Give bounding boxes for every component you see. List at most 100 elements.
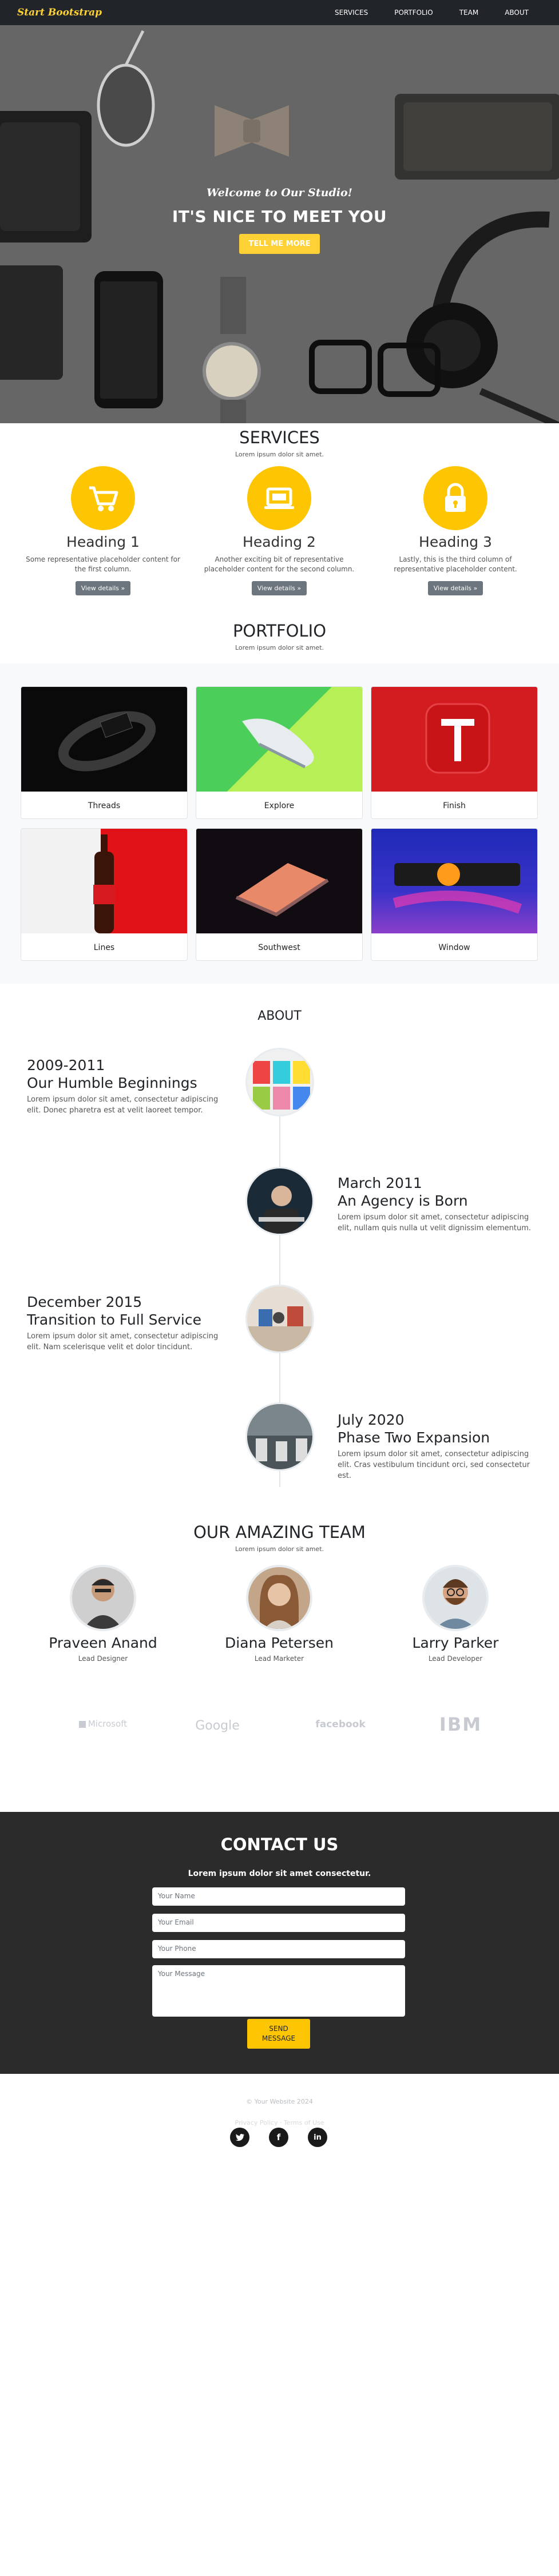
services-subtitle: Lorem ipsum dolor sit amet. (235, 451, 324, 458)
team-member: Diana Petersen Lead Marketer (193, 1565, 365, 1663)
contact-subtitle: Lorem ipsum dolor sit amet consectetur. (188, 1869, 371, 1878)
portfolio-title: PORTFOLIO (232, 621, 327, 641)
member-role: Lead Developer (428, 1655, 483, 1663)
timeline-body: Lorem ipsum dolor sit amet, consectetur … (338, 1450, 530, 1480)
copyright-text: © Your Website 2024 (246, 2098, 313, 2105)
google-logo: Google (195, 1719, 240, 1733)
hero-text: Welcome to Our Studio! IT'S NICE TO MEET… (0, 186, 559, 254)
message-field[interactable]: Your Message (152, 1965, 405, 2017)
portfolio-item[interactable]: Window (371, 828, 538, 961)
view-details-button[interactable]: View details » (251, 581, 307, 595)
service-text: Lastly, this is the third column of repr… (394, 555, 517, 573)
timeline-body: Lorem ipsum dolor sit amet, consectetur … (27, 1332, 219, 1351)
brand-logo[interactable]: Start Bootstrap (17, 7, 102, 18)
services-header: SERVICES Lorem ipsum dolor sit amet. (0, 428, 559, 458)
nav-links: SERVICES PORTFOLIO TEAM ABOUT (322, 9, 542, 17)
timeline-entry: December 2015 Transition to Full Service… (27, 1294, 221, 1353)
timeline-heading: Phase Two Expansion (338, 1429, 490, 1446)
member-name: Larry Parker (412, 1635, 499, 1651)
service-card-3: Heading 3 Lastly, this is the third colu… (370, 466, 541, 595)
hero-subtitle: Welcome to Our Studio! (206, 186, 353, 199)
timeline-image (245, 1402, 314, 1471)
portfolio-image (371, 687, 537, 792)
portfolio-image (371, 829, 537, 933)
portfolio-image (21, 687, 187, 792)
footer-links[interactable]: Privacy Policy · Terms of Use (0, 2119, 559, 2126)
linkedin-icon[interactable]: in (308, 2128, 327, 2147)
nav-link-services[interactable]: SERVICES (322, 9, 381, 17)
team-member: Praveen Anand Lead Designer (17, 1565, 189, 1663)
portfolio-item[interactable]: Threads (21, 686, 188, 819)
portfolio-caption: Threads (88, 801, 121, 810)
service-text: Some representative placeholder content … (26, 555, 180, 573)
portfolio-caption: Explore (264, 801, 295, 810)
member-name: Diana Petersen (225, 1635, 334, 1651)
nav-link-portfolio[interactable]: PORTFOLIO (381, 9, 446, 17)
avatar (246, 1565, 312, 1631)
service-card-2: Heading 2 Another exciting bit of repres… (193, 466, 365, 595)
laptop-icon (247, 466, 311, 530)
timeline-image (245, 1167, 314, 1235)
timeline-heading: An Agency is Born (338, 1192, 468, 1209)
team-member: Larry Parker Lead Developer (370, 1565, 541, 1663)
phone-field[interactable]: Your Phone (152, 1940, 405, 1958)
nav-link-about[interactable]: ABOUT (491, 9, 542, 17)
view-details-button[interactable]: View details » (75, 581, 131, 595)
portfolio-item[interactable]: Explore (196, 686, 363, 819)
timeline-image (245, 1048, 314, 1116)
portfolio-image (196, 687, 362, 792)
facebook-logo: facebook (315, 1719, 366, 1730)
team-subtitle: Lorem ipsum dolor sit amet. (235, 1545, 324, 1553)
cart-icon (71, 466, 135, 530)
service-heading: Heading 3 (419, 534, 492, 550)
timeline-date: 2009-2011 (27, 1057, 105, 1074)
nav-link-team[interactable]: TEAM (446, 9, 491, 17)
tell-me-more-button[interactable]: TELL ME MORE (239, 234, 320, 254)
ibm-logo: IBM (439, 1714, 482, 1735)
portfolio-item[interactable]: Southwest (196, 828, 363, 961)
portfolio-image (196, 829, 362, 933)
portfolio-caption: Window (438, 943, 470, 952)
hero-title: IT'S NICE TO MEET YOU (172, 207, 387, 226)
timeline-entry: July 2020 Phase Two Expansion Lorem ipsu… (338, 1412, 532, 1482)
service-text: Another exciting bit of representative p… (204, 555, 355, 573)
team-header: OUR AMAZING TEAM Lorem ipsum dolor sit a… (0, 1522, 559, 1553)
portfolio-image (21, 829, 187, 933)
hero-section: Welcome to Our Studio! IT'S NICE TO MEET… (0, 25, 559, 423)
portfolio-header: PORTFOLIO Lorem ipsum dolor sit amet. (0, 621, 559, 651)
portfolio-subtitle: Lorem ipsum dolor sit amet. (235, 644, 324, 651)
navbar: Start Bootstrap SERVICES PORTFOLIO TEAM … (0, 0, 559, 25)
timeline-heading: Transition to Full Service (27, 1311, 201, 1328)
member-name: Praveen Anand (49, 1635, 157, 1651)
twitter-icon[interactable] (230, 2128, 249, 2147)
avatar (422, 1565, 489, 1631)
service-heading: Heading 1 (66, 534, 140, 550)
timeline-image (245, 1285, 314, 1353)
timeline-entry: March 2011 An Agency is Born Lorem ipsum… (338, 1175, 532, 1234)
portfolio-caption: Lines (93, 943, 115, 952)
timeline-body: Lorem ipsum dolor sit amet, consectetur … (27, 1095, 219, 1115)
send-message-button[interactable]: SEND MESSAGE (247, 2019, 310, 2049)
view-details-button[interactable]: View details » (427, 581, 483, 595)
lock-icon (423, 466, 487, 530)
timeline-body: Lorem ipsum dolor sit amet, consectetur … (338, 1213, 532, 1233)
timeline-heading: Our Humble Beginnings (27, 1075, 197, 1091)
contact-title: CONTACT US (220, 1835, 339, 1854)
portfolio-item[interactable]: Finish (371, 686, 538, 819)
timeline-date: December 2015 (27, 1294, 142, 1310)
about-title: ABOUT (257, 1009, 302, 1023)
email-field[interactable]: Your Email (152, 1914, 405, 1932)
portfolio-caption: Southwest (258, 943, 300, 952)
portfolio-caption: Finish (443, 801, 466, 810)
portfolio-item[interactable]: Lines (21, 828, 188, 961)
name-field[interactable]: Your Name (152, 1887, 405, 1906)
services-title: SERVICES (239, 428, 320, 447)
timeline-date: March 2011 (338, 1175, 422, 1191)
facebook-icon[interactable]: f (269, 2128, 288, 2147)
about-header: ABOUT (0, 1009, 559, 1023)
avatar (70, 1565, 136, 1631)
service-heading: Heading 2 (243, 534, 316, 550)
service-card-1: Heading 1 Some representative placeholde… (17, 466, 189, 595)
timeline-entry: 2009-2011 Our Humble Beginnings Lorem ip… (27, 1057, 221, 1116)
contact-section: CONTACT US Lorem ipsum dolor sit amet co… (0, 1812, 559, 2074)
